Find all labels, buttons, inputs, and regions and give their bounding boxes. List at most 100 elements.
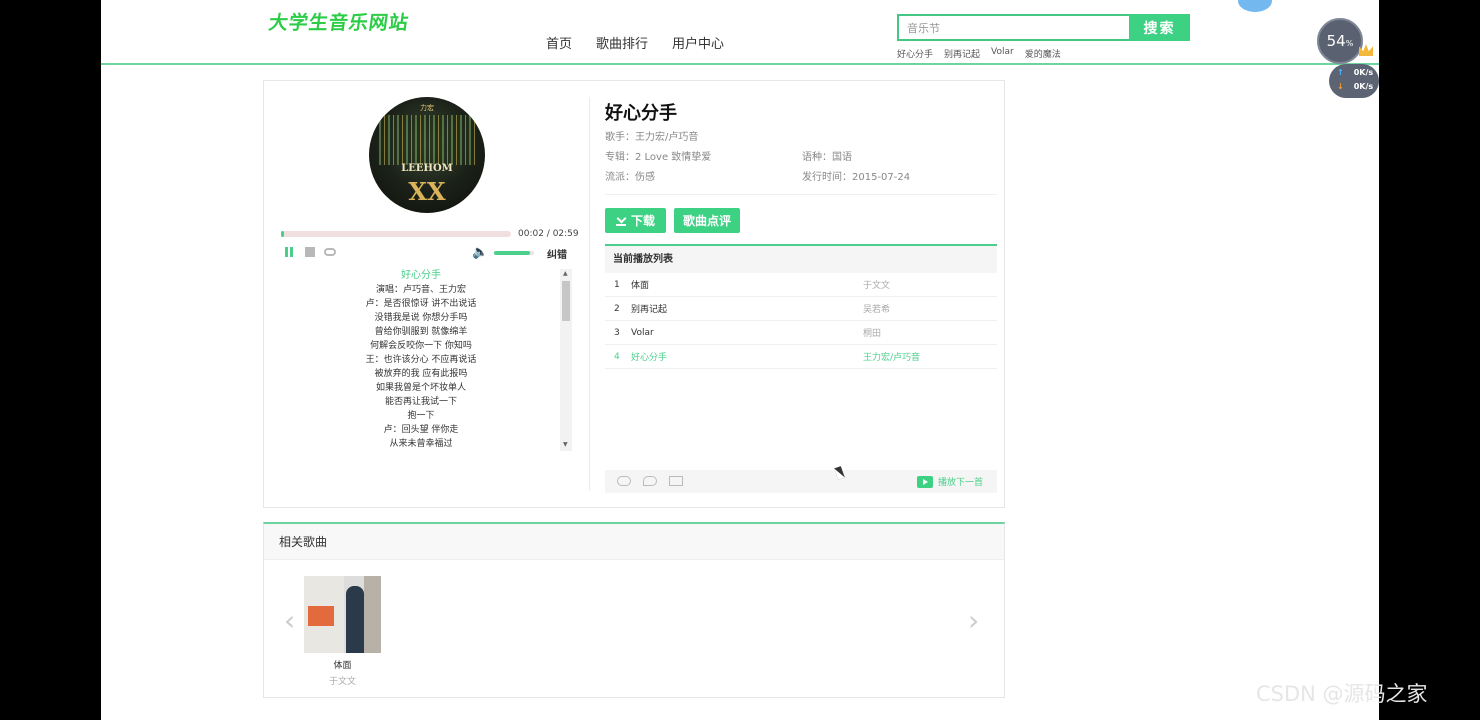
volume-icon[interactable]: 🔈 xyxy=(472,245,488,260)
related-song-artist: 于文文 xyxy=(328,677,356,687)
lyric-line: 卢：回头望 伴你走 xyxy=(383,425,459,435)
arrow-down-icon: ↓ xyxy=(1337,82,1344,91)
carousel-next-icon[interactable]: › xyxy=(968,604,979,637)
download-icon xyxy=(615,216,626,226)
loop-mode-icon[interactable] xyxy=(617,476,631,486)
site-logo[interactable]: 大学生音乐网站 xyxy=(267,8,411,35)
playlist-row[interactable]: 1 体面 于文文 xyxy=(605,273,997,297)
song-language: 语种：国语 xyxy=(802,152,852,163)
cover-sign xyxy=(308,606,334,626)
lyric-line: 从来未曾幸福过 xyxy=(389,439,453,449)
search-input[interactable] xyxy=(897,14,1129,41)
pause-icon[interactable] xyxy=(285,247,293,257)
playlist-row-title: 别再记起 xyxy=(631,305,668,315)
comment-icon[interactable] xyxy=(643,476,657,486)
playlist-row[interactable]: 2 别再记起 吴若希 xyxy=(605,297,997,321)
stop-icon[interactable] xyxy=(305,247,315,257)
song-genre: 流派：伤感 xyxy=(605,172,655,183)
lyric-line: 没错我是说 你想分手吗 xyxy=(374,313,468,323)
playlist-row-artist: 王力宏/卢巧音 xyxy=(863,353,921,363)
playlist-row-number: 4 xyxy=(614,351,620,362)
header-divider xyxy=(101,63,1379,65)
download-speed-value: 0K/s xyxy=(1353,82,1374,91)
related-songs-panel: 相关歌曲 ‹ › 体面 于文文 xyxy=(263,522,1005,698)
playlist-title: 当前播放列表 xyxy=(605,246,997,273)
arrow-up-icon: ↑ xyxy=(1337,68,1344,77)
playback-progress-fill xyxy=(281,231,284,237)
cover-art xyxy=(379,115,475,165)
lyric-line: 被放弃的我 应有此报吗 xyxy=(374,369,468,379)
playlist-row-title: Volar xyxy=(631,327,654,338)
loop-icon[interactable] xyxy=(324,248,336,256)
playback-progress-bar[interactable] xyxy=(281,231,511,237)
lyric-line: 演唱：卢巧音、王力宏 xyxy=(375,285,466,295)
csdn-watermark: CSDN @源码之家 xyxy=(1256,682,1428,706)
nav-home[interactable]: 首页 xyxy=(546,33,572,52)
cover-shelf xyxy=(364,576,381,653)
hot-word[interactable]: 别再记起 xyxy=(944,47,980,60)
scroll-up-icon[interactable]: ▲ xyxy=(563,270,568,277)
playlist-row-artist: 于文文 xyxy=(863,281,891,291)
lyrics-scrollbar[interactable]: ▲ ▼ xyxy=(560,269,572,451)
download-speed: ↓ 0K/s xyxy=(1337,82,1373,91)
carousel-prev-icon[interactable]: ‹ xyxy=(284,604,295,637)
scroll-down-icon[interactable]: ▼ xyxy=(563,441,568,448)
lyric-line: 何解会反咬你一下 你知吗 xyxy=(370,341,472,351)
cover-person xyxy=(346,586,364,653)
related-songs-title: 相关歌曲 xyxy=(264,524,1004,560)
shuffle-icon[interactable] xyxy=(669,476,683,486)
song-detail-panel: 力宏 LEEHOM XX 00:02 / 02:59 🔈 纠错 好心分手 演唱：… xyxy=(263,80,1005,508)
playlist-row-number: 3 xyxy=(614,327,620,338)
volume-slider[interactable] xyxy=(494,251,534,255)
main-nav: 首页 歌曲排行 用户中心 xyxy=(546,33,724,52)
song-release-date: 发行时间：2015-07-24 xyxy=(802,172,911,183)
scrollbar-thumb[interactable] xyxy=(562,281,570,321)
upload-speed-value: 0K/s xyxy=(1353,68,1374,77)
lyric-line: 卢：是否很惊讶 讲不出说话 xyxy=(365,299,477,309)
album-cover-disc: 力宏 LEEHOM XX xyxy=(369,97,485,213)
playlist-row-active[interactable]: 4 好心分手 王力宏/卢巧音 xyxy=(605,345,997,369)
floating-blue-circle xyxy=(1238,0,1272,12)
search-bar: 搜索 xyxy=(897,14,1190,41)
lyric-line: 好心分手 xyxy=(401,270,441,281)
playback-time: 00:02 / 02:59 xyxy=(518,229,579,239)
hot-word[interactable]: Volar xyxy=(991,47,1014,60)
upload-speed: ↑ 0K/s xyxy=(1337,68,1373,77)
playlist-row-number: 1 xyxy=(614,279,620,290)
related-song-name[interactable]: 体面 xyxy=(304,658,381,671)
hot-word[interactable]: 好心分手 xyxy=(897,47,933,60)
info-divider xyxy=(605,194,997,195)
cover-title: LEEHOM xyxy=(401,163,453,174)
browser-page: 大学生音乐网站 首页 歌曲排行 用户中心 搜索 好心分手 别再记起 Volar … xyxy=(101,0,1379,720)
network-speed-widget[interactable]: 54% ↑ 0K/s ↓ 0K/s xyxy=(1317,18,1379,100)
play-next-button[interactable]: 播放下一首 xyxy=(917,475,983,488)
cpu-usage-circle: 54% xyxy=(1317,18,1363,64)
song-title: 好心分手 xyxy=(605,103,677,124)
lyric-line: 抱一下 xyxy=(407,411,435,421)
search-button[interactable]: 搜索 xyxy=(1129,14,1190,41)
song-album: 专辑：2 Love 致情挚爱 xyxy=(605,152,712,163)
hot-word[interactable]: 爱的魔法 xyxy=(1025,47,1061,60)
playlist-row-artist: 吴若希 xyxy=(863,305,891,315)
nav-user-center[interactable]: 用户中心 xyxy=(672,33,724,52)
nav-ranking[interactable]: 歌曲排行 xyxy=(596,33,648,52)
report-error-button[interactable]: 纠错 xyxy=(547,246,567,261)
volume-fill xyxy=(494,251,530,255)
song-singer: 歌手：王力宏/卢巧音 xyxy=(605,132,699,143)
related-song-cover[interactable] xyxy=(304,576,381,653)
cover-subtitle: XX xyxy=(408,177,446,206)
playlist-row-artist: 桐田 xyxy=(863,329,882,339)
lyric-line: 王：也许该分心 不应再说话 xyxy=(365,355,477,365)
play-next-label: 播放下一首 xyxy=(938,478,984,488)
playlist-footer: 播放下一首 xyxy=(605,470,997,493)
cpu-usage-value: 54 xyxy=(1326,32,1346,50)
playlist-row[interactable]: 3 Volar 桐田 xyxy=(605,321,997,345)
hot-search-words: 好心分手 别再记起 Volar 爱的魔法 xyxy=(897,47,1061,60)
download-button[interactable]: 下载 xyxy=(605,208,666,233)
panel-divider xyxy=(589,97,590,491)
cover-brand: 力宏 xyxy=(420,104,434,112)
related-song-card[interactable]: 体面 于文文 xyxy=(304,576,381,687)
current-playlist: 当前播放列表 1 体面 于文文 2 别再记起 吴若希 3 Volar 桐田 4 … xyxy=(605,244,997,493)
song-review-button[interactable]: 歌曲点评 xyxy=(674,208,740,233)
lyric-line: 如果我曾是个坏妆单人 xyxy=(375,383,466,393)
